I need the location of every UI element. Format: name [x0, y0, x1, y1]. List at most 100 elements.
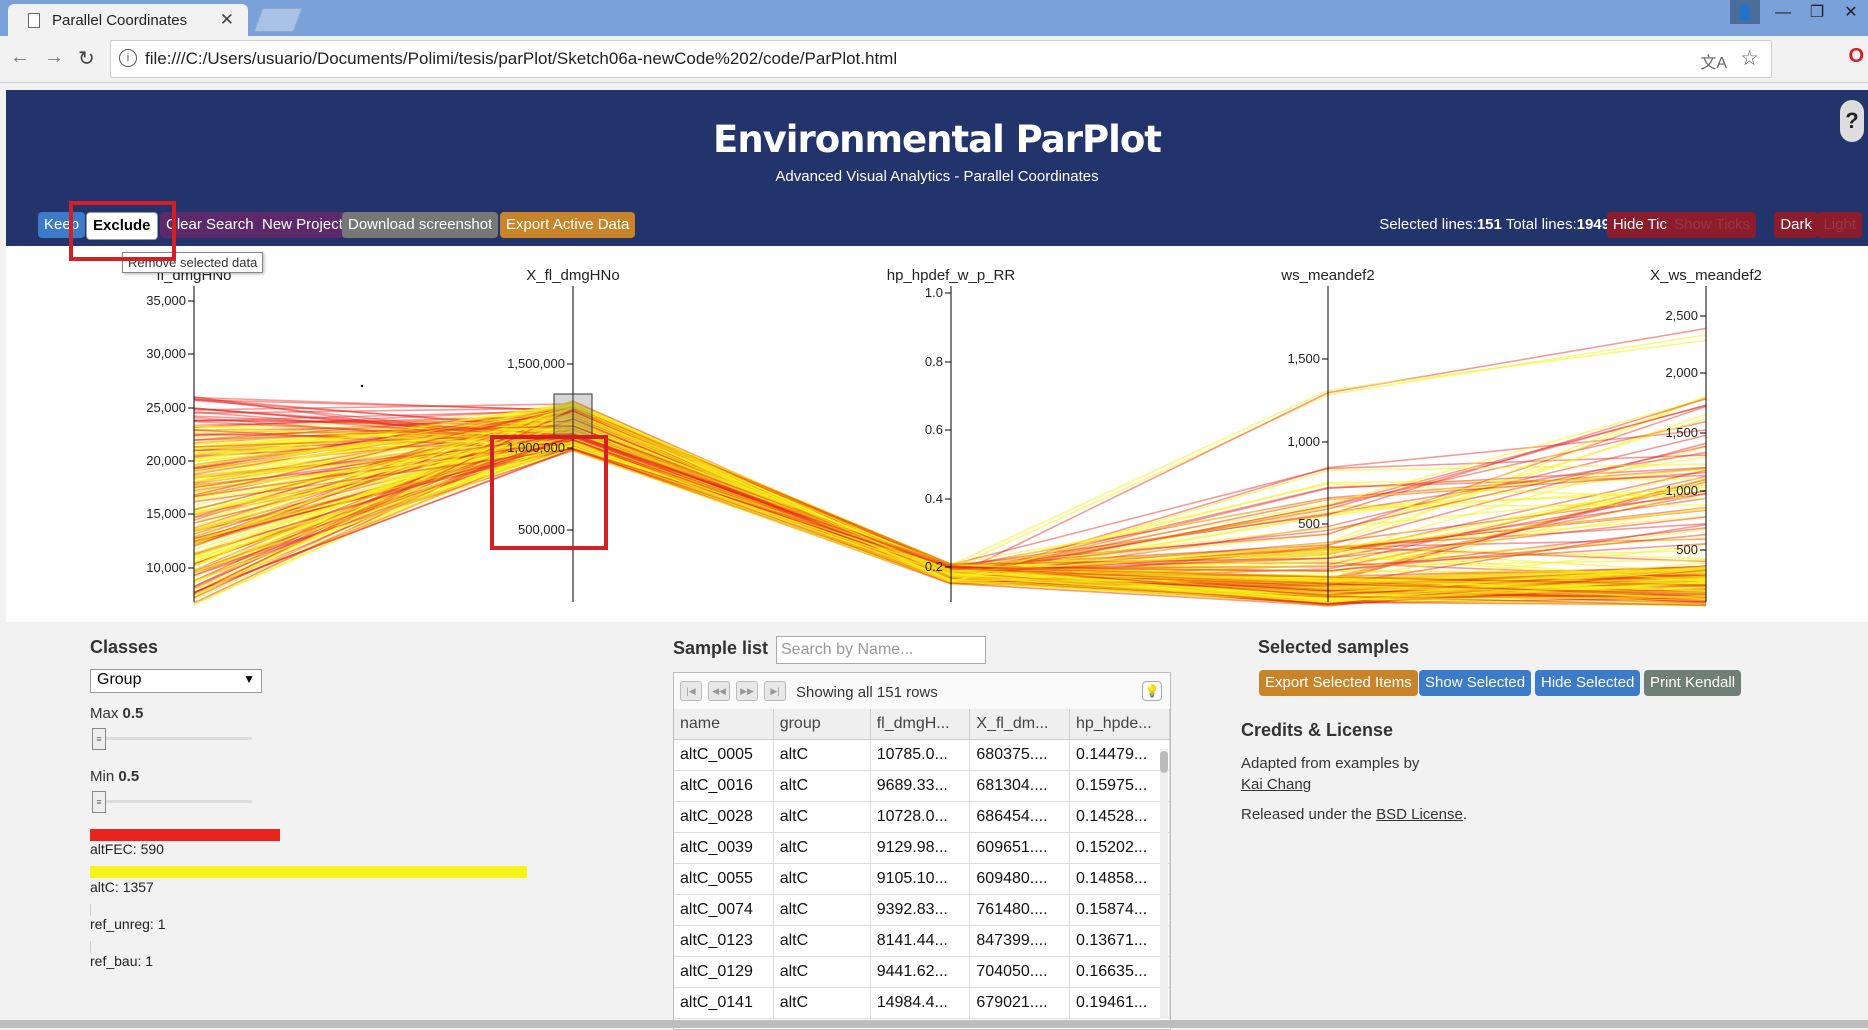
class-label-ref-unreg: ref_unreg: 1 [90, 916, 166, 932]
column-header[interactable]: name [674, 709, 774, 740]
credits-author-line: Kai Chang [1241, 776, 1311, 793]
tick-label: 0.8 [925, 354, 943, 369]
class-bar-ref-bau[interactable] [90, 941, 91, 953]
max-label: Max 0.5 [90, 705, 144, 722]
opera-icon[interactable]: O [1848, 45, 1864, 68]
window-controls: 👤 — ❐ ✕ [1730, 0, 1868, 28]
table-row[interactable]: altC_0055 altC 9105.10... 609480.... 0.14858… [674, 863, 1170, 895]
tick-label: 1,500 [1287, 351, 1320, 366]
url-text[interactable]: file:///C:/Users/usuario/Documents/Polim… [145, 49, 897, 69]
column-header[interactable]: X_fl_dm... [969, 709, 1071, 740]
parallel-coordinates-chart[interactable]: fl_dmgHNo 35,000 30,000 25,000 20,000 15,000 1… [6, 246, 1868, 622]
table-row[interactable]: altC_0141 altC 14984.4... 679021.... 0.19461… [674, 987, 1170, 1019]
table-cell: altC_0039 [674, 832, 774, 864]
sample-search-input[interactable]: Search by Name... [776, 636, 986, 664]
tick-label: 2,000 [1665, 365, 1698, 380]
close-window-icon[interactable]: ✕ [1834, 1, 1868, 25]
export-selected-button[interactable]: Export Selected Items [1259, 670, 1418, 696]
next-page-icon[interactable]: ▶▶ [736, 681, 758, 701]
download-screenshot-button[interactable]: Download screenshot [342, 212, 499, 238]
hide-selected-button[interactable]: Hide Selected [1535, 670, 1641, 696]
user-icon[interactable]: 👤 [1730, 0, 1760, 24]
dark-theme-button[interactable]: Dark [1774, 212, 1818, 238]
last-page-icon[interactable]: ▶| [764, 681, 786, 701]
forward-icon[interactable]: → [44, 46, 64, 69]
tick-label: 0.2 [925, 559, 943, 574]
classes-select[interactable]: Group ▼ [90, 669, 262, 693]
table-cell: altC [773, 956, 871, 988]
browser-tab[interactable]: Parallel Coordinates ✕ [8, 4, 248, 36]
license-link[interactable]: BSD License [1376, 806, 1463, 823]
author-link[interactable]: Kai Chang [1241, 776, 1311, 793]
class-bar-ref-unreg[interactable] [90, 904, 91, 916]
max-slider-handle[interactable]: ≡ [92, 728, 106, 750]
table-row[interactable]: altC_0074 altC 9392.83... 761480.... 0.15874… [674, 894, 1170, 926]
bottom-edge [0, 1020, 1868, 1028]
table-cell: 0.14528... [1069, 801, 1170, 833]
maximize-icon[interactable]: ❐ [1800, 1, 1834, 25]
bookmark-star-icon[interactable]: ☆ [1740, 46, 1759, 71]
table-cell: 0.13671... [1069, 925, 1170, 957]
table-cell: 9105.10... [870, 863, 971, 895]
back-icon[interactable]: ← [10, 46, 30, 69]
info-icon[interactable]: i [119, 49, 137, 67]
class-bar-altfec[interactable] [90, 829, 280, 841]
table-cell: 0.19461... [1069, 987, 1170, 1019]
address-bar[interactable]: i file:///C:/Users/usuario/Documents/Pol… [110, 40, 1772, 78]
tick-label: 30,000 [146, 346, 186, 361]
max-slider-track[interactable] [92, 737, 252, 740]
table-row[interactable]: altC_0123 altC 8141.44... 847399.... 0.13671… [674, 925, 1170, 957]
column-header[interactable]: group [773, 709, 871, 740]
table-row[interactable]: altC_0005 altC 10785.0... 680375.... 0.14479… [674, 739, 1170, 771]
tick-label: 0.6 [925, 422, 943, 437]
tick-label: 20,000 [146, 453, 186, 468]
table-row[interactable]: altC_0129 altC 9441.62... 704050.... 0.16635… [674, 956, 1170, 988]
table-row[interactable]: altC_0016 altC 9689.33... 681304.... 0.15975… [674, 770, 1170, 802]
table-row[interactable]: altC_0039 altC 9129.98... 609651.... 0.15202… [674, 832, 1170, 864]
min-slider-track[interactable] [92, 800, 252, 803]
parallel-coordinates-svg[interactable]: fl_dmgHNo35,00030,00025,00020,00015,0001… [6, 246, 1868, 622]
new-tab-button[interactable] [253, 8, 303, 32]
tick-label: 25,000 [146, 400, 186, 415]
tick-label: 1,500,000 [507, 356, 565, 371]
print-kendall-button[interactable]: Print Kendall [1644, 670, 1742, 696]
classes-select-value: Group [97, 671, 142, 688]
table-cell: altC [773, 801, 871, 833]
reload-icon[interactable]: ↻ [78, 46, 95, 71]
first-page-icon[interactable]: |◀ [680, 681, 702, 701]
table-cell: altC_0129 [674, 956, 774, 988]
table-cell: 14984.4... [870, 987, 971, 1019]
axis-title: X_ws_meandef2 [1650, 267, 1762, 284]
tick-label: 15,000 [146, 506, 186, 521]
scroll-thumb[interactable] [1160, 751, 1168, 773]
tick-label: 0.4 [925, 491, 943, 506]
new-project-button[interactable]: New Project [256, 212, 349, 238]
min-slider-handle[interactable]: ≡ [92, 791, 106, 813]
export-active-data-button[interactable]: Export Active Data [500, 212, 636, 238]
show-ticks-button[interactable]: Show Ticks [1668, 212, 1756, 238]
table-cell: 10728.0... [870, 801, 971, 833]
sample-list-title: Sample list [673, 638, 769, 658]
class-bar-altc[interactable] [90, 866, 527, 878]
axis-title: ws_meandef2 [1280, 267, 1374, 284]
exclude-highlight-box [69, 201, 176, 261]
lightbulb-icon[interactable]: 💡 [1142, 681, 1162, 701]
tick-label: 500 [1298, 516, 1320, 531]
prev-page-icon[interactable]: ◀◀ [708, 681, 730, 701]
help-button[interactable]: ? [1840, 100, 1864, 142]
column-header[interactable]: hp_hpde... [1069, 709, 1170, 740]
minimize-icon[interactable]: — [1766, 1, 1800, 25]
tick-label: 500 [1676, 542, 1698, 557]
light-theme-button[interactable]: Light [1817, 212, 1862, 238]
table-cell: 9689.33... [870, 770, 971, 802]
translate-icon[interactable]: 文A [1700, 49, 1727, 73]
table-row[interactable]: altC_0028 altC 10728.0... 686454.... 0.14528… [674, 801, 1170, 833]
show-selected-button[interactable]: Show Selected [1419, 670, 1532, 696]
app-subtitle: Advanced Visual Analytics - Parallel Coo… [775, 168, 1099, 185]
column-header[interactable]: fl_dmgH... [870, 709, 971, 740]
table-cell: altC [773, 925, 871, 957]
total-lines-count: 1949 [1576, 216, 1610, 233]
close-tab-icon[interactable]: ✕ [220, 10, 234, 30]
credits-adapted: Adapted from examples by [1241, 755, 1420, 772]
grid-scrollbar[interactable] [1160, 749, 1168, 1019]
